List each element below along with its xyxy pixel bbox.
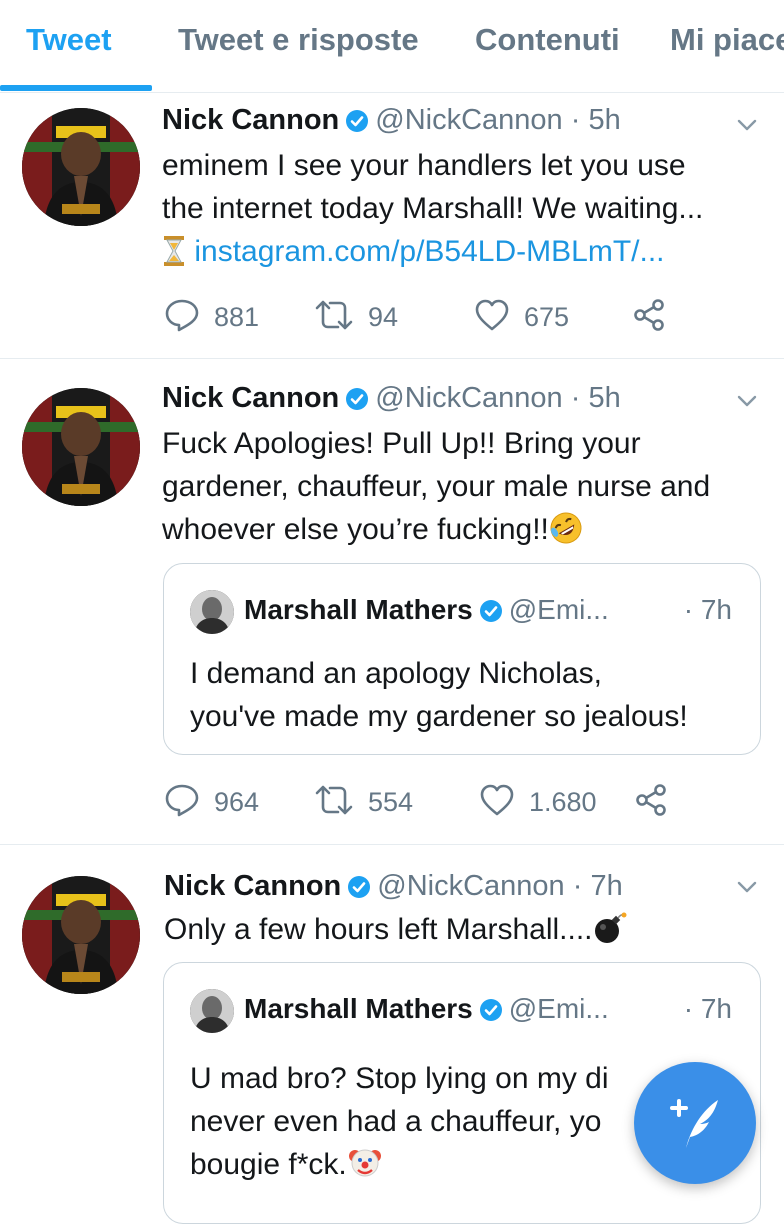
verified-badge-icon [479,596,503,632]
reply-count: 964 [214,786,260,817]
retweet-count: 94 [368,301,399,332]
chevron-down-icon[interactable] [734,388,760,414]
tab-tweet-e-risposte[interactable]: Tweet e risposte [178,22,419,58]
like-count: 1.680 [529,786,597,817]
author-name[interactable]: Nick Cannon [162,382,339,414]
quoted-avatar[interactable] [190,989,234,1033]
tweet-header: Nick Cannon @NickCannon · 5h [162,102,621,142]
reply-icon [164,298,200,337]
bomb-icon [593,911,627,957]
heart-icon [474,298,510,337]
like-count: 675 [524,301,570,332]
quoted-text-line: you've made my gardener so jealous! [190,700,688,733]
tweet-text-line: whoever else you’re fucking!! [162,513,549,546]
reply-button[interactable]: 881 [164,297,259,337]
tweet[interactable]: Nick Cannon @NickCannon · 5h eminem I see… [0,92,784,359]
quoted-header: Marshall Mathers @Emi... [244,991,609,1031]
author-name[interactable]: Nick Cannon [164,870,341,902]
quoted-author-handle: @Emi... [508,993,609,1024]
quoted-avatar[interactable] [190,590,234,634]
verified-badge-icon [479,995,503,1031]
active-tab-indicator [0,85,152,91]
tweet-time[interactable]: · 5h [571,382,621,414]
retweet-icon [314,783,354,822]
chevron-down-icon[interactable] [734,874,760,900]
tweet-text-line: the internet today Marshall! We waiting.… [162,192,704,225]
tweet[interactable]: Nick Cannon @NickCannon · 5h Fuck Apologi… [0,358,784,845]
tweet-text: Fuck Apologies! Pull Up!! Bring your gar… [162,422,772,557]
reply-icon [164,783,200,822]
share-button[interactable] [634,782,670,822]
retweet-icon [314,298,354,337]
heart-icon [479,783,515,822]
avatar[interactable] [22,388,140,506]
like-button[interactable]: 1.680 [479,782,597,822]
reply-button[interactable]: 964 [164,782,259,822]
quoted-text-line: I demand an apology Nicholas, [190,657,602,690]
quoted-header: Marshall Mathers @Emi... [244,592,609,632]
quoted-tweet[interactable]: Marshall Mathers @Emi... · 7h I demand an… [163,563,761,755]
quoted-tweet-time: · 7h [683,993,732,1024]
quoted-text: I demand an apology Nicholas, you've mad… [190,652,740,738]
share-icon [632,298,668,337]
verified-badge-icon [345,384,369,420]
tab-mi-piace[interactable]: Mi piace [670,22,784,58]
quoted-author-handle: @Emi... [508,594,609,625]
share-button[interactable] [632,297,668,337]
retweet-button[interactable]: 94 [314,297,398,337]
clown-face-icon [347,1144,383,1192]
quoted-author-name: Marshall Mathers [244,594,473,625]
avatar[interactable] [22,876,140,994]
reply-count: 881 [214,301,260,332]
tweet-text: eminem I see your handlers let you use t… [162,144,772,279]
tweet-text-line: Only a few hours left Marshall.... [164,913,593,946]
tweet-text-line: eminem I see your handlers let you use [162,149,686,182]
tweet-actions: 881 94 675 [164,297,724,337]
chevron-down-icon[interactable] [734,112,760,138]
quoted-text-line: bougie f*ck. [190,1148,347,1181]
author-handle[interactable]: @NickCannon [377,870,564,902]
quoted-tweet-time: · 7h [683,594,732,625]
avatar[interactable] [22,108,140,226]
tweet-time[interactable]: · 7h [573,870,623,902]
compose-tweet-icon [634,1099,756,1188]
rolling-on-floor-laughing-icon [549,511,583,557]
share-icon [634,783,670,822]
retweet-count: 554 [368,786,414,817]
profile-tabs: Tweet Tweet e risposte Contenuti Mi piac… [0,0,784,93]
tweet-text-line: gardener, chauffeur, your male nurse and [162,470,711,503]
retweet-button[interactable]: 554 [314,782,413,822]
author-handle[interactable]: @NickCannon [375,104,562,136]
hourglass-icon [162,235,186,279]
verified-badge-icon [347,872,371,908]
compose-tweet-button[interactable] [634,1062,756,1184]
tweet-header: Nick Cannon @NickCannon · 7h [164,868,623,908]
author-handle[interactable]: @NickCannon [375,382,562,414]
tab-contenuti[interactable]: Contenuti [475,22,620,58]
like-button[interactable]: 675 [474,297,569,337]
tweet-actions: 964 554 1.680 [164,782,724,822]
tweet-header: Nick Cannon @NickCannon · 5h [162,380,621,420]
tweet-link[interactable]: instagram.com/p/B54LD-MBLmT/... [194,235,664,268]
author-name[interactable]: Nick Cannon [162,104,339,136]
tab-tweet[interactable]: Tweet [26,22,112,58]
tweet-time[interactable]: · 5h [571,104,621,136]
quoted-author-name: Marshall Mathers [244,993,473,1024]
tweet-text-line: Fuck Apologies! Pull Up!! Bring your [162,427,641,460]
tweet-text: Only a few hours left Marshall.... [164,908,774,957]
verified-badge-icon [345,106,369,142]
